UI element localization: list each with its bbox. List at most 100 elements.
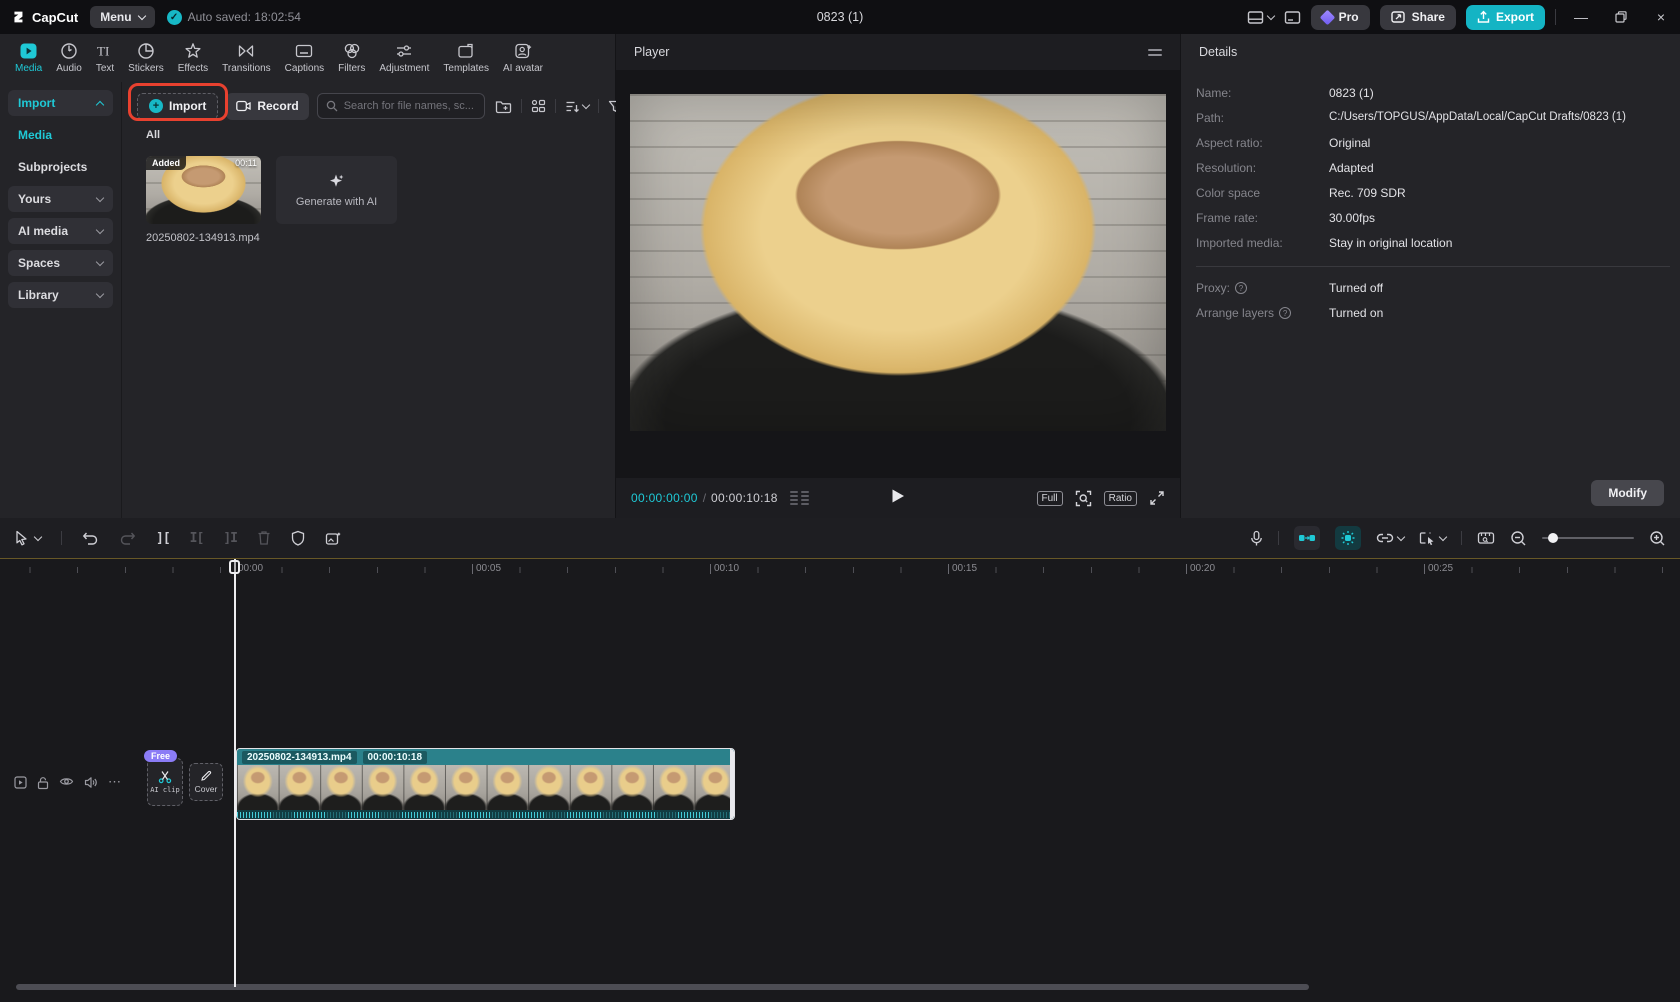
added-badge: Added bbox=[146, 156, 186, 170]
panel-toggle-button[interactable] bbox=[1284, 10, 1301, 25]
player-controls: 00:00:00:00 / 00:00:10:18 Full Ratio bbox=[616, 478, 1180, 518]
export-button[interactable]: Export bbox=[1465, 4, 1545, 30]
generate-with-ai-card[interactable]: Generate with AI bbox=[276, 156, 397, 224]
split-icon[interactable]: ][ bbox=[156, 531, 171, 546]
pro-button[interactable]: Pro bbox=[1310, 4, 1370, 30]
sidebar-item-library[interactable]: Library bbox=[8, 282, 113, 308]
snapshot-compare-icon[interactable] bbox=[789, 491, 809, 505]
media-clip-thumbnail[interactable]: Added 00:11 bbox=[146, 156, 261, 224]
sidebar-item-yours[interactable]: Yours bbox=[8, 186, 113, 212]
help-icon[interactable]: ? bbox=[1279, 307, 1292, 319]
tab-templates[interactable]: Templates bbox=[436, 42, 496, 74]
timeline-preview-icon[interactable] bbox=[1477, 531, 1495, 545]
tab-media[interactable]: Media bbox=[8, 42, 49, 74]
sort-icon bbox=[566, 101, 579, 112]
playhead-handle[interactable] bbox=[229, 560, 240, 574]
timeline-clip[interactable]: 20250802-134913.mp4 00:00:10:18 bbox=[236, 748, 735, 820]
lock-track-icon[interactable] bbox=[37, 776, 49, 790]
tab-stickers[interactable]: Stickers bbox=[121, 42, 171, 74]
magnetic-snap-toggle[interactable] bbox=[1294, 526, 1320, 550]
tab-ai-avatar[interactable]: AI avatar bbox=[496, 42, 550, 74]
linked-select-button[interactable] bbox=[1419, 531, 1448, 546]
filter-all-label[interactable]: All bbox=[146, 129, 160, 141]
trim-left-icon[interactable]: I[ bbox=[190, 531, 205, 546]
sidebar-item-subprojects[interactable]: Subprojects bbox=[8, 154, 113, 180]
clip-filename: 20250802-134913.mp4 bbox=[242, 750, 357, 764]
play-button[interactable] bbox=[891, 488, 906, 509]
search-box[interactable] bbox=[316, 93, 485, 119]
search-input[interactable] bbox=[343, 100, 476, 112]
record-button[interactable]: Record bbox=[226, 92, 309, 120]
tab-text[interactable]: TI Text bbox=[89, 42, 121, 75]
help-icon[interactable]: ? bbox=[1235, 282, 1248, 294]
chevron-down-icon bbox=[95, 257, 105, 266]
tab-filters[interactable]: Filters bbox=[331, 42, 372, 74]
tab-effects[interactable]: Effects bbox=[171, 42, 215, 74]
player-panel: Player 00:00:00:00 / 00:00:10:18 Full Ra… bbox=[616, 34, 1181, 518]
grid-view-icon[interactable] bbox=[531, 99, 546, 114]
sidebar-item-import[interactable]: Import bbox=[8, 90, 113, 116]
free-badge: Free bbox=[144, 750, 178, 762]
voiceover-mic-icon[interactable] bbox=[1250, 530, 1263, 547]
import-button[interactable]: + Import bbox=[137, 92, 219, 120]
fullscreen-icon[interactable] bbox=[1149, 490, 1165, 506]
export-frame-icon[interactable] bbox=[325, 531, 342, 546]
sidebar-item-media[interactable]: Media bbox=[8, 122, 113, 148]
templates-icon bbox=[458, 43, 473, 58]
detail-row-arrange-layers: Arrange layers? Turned on bbox=[1196, 306, 1384, 320]
clip-trim-handle[interactable] bbox=[730, 749, 734, 819]
timeline-horizontal-scrollbar[interactable] bbox=[16, 984, 1309, 990]
cover-button[interactable]: Cover bbox=[189, 763, 223, 801]
timeline-zoom-slider[interactable] bbox=[1542, 533, 1634, 543]
search-icon bbox=[326, 100, 338, 112]
more-options-icon[interactable]: ⋯ bbox=[108, 775, 122, 790]
media-clip-filename: 20250802-134913.mp4 bbox=[146, 232, 260, 244]
project-title: 0823 (1) bbox=[816, 10, 864, 24]
full-preview-button[interactable]: Full bbox=[1036, 490, 1063, 506]
minimize-button[interactable]: — bbox=[1566, 0, 1596, 34]
tab-adjustment[interactable]: Adjustment bbox=[372, 42, 436, 74]
sort-button[interactable] bbox=[565, 100, 590, 113]
divider bbox=[1461, 531, 1462, 545]
trim-right-icon[interactable]: ]I bbox=[223, 531, 238, 546]
close-button[interactable]: × bbox=[1646, 0, 1676, 34]
zoom-out-icon[interactable] bbox=[1510, 530, 1527, 547]
media-sidebar: Import Media Subprojects Yours AI media … bbox=[0, 82, 122, 518]
audio-icon bbox=[61, 43, 77, 59]
sidebar-item-ai-media[interactable]: AI media bbox=[8, 218, 113, 244]
ratio-button[interactable]: Ratio bbox=[1103, 490, 1137, 506]
link-clips-button[interactable] bbox=[1376, 531, 1406, 545]
divider bbox=[554, 99, 556, 113]
toggle-visibility-icon[interactable] bbox=[59, 776, 74, 787]
delete-icon[interactable] bbox=[257, 530, 271, 546]
layout-switch-button[interactable] bbox=[1247, 10, 1275, 25]
share-button[interactable]: Share bbox=[1379, 4, 1456, 30]
auto-cut-toggle[interactable] bbox=[1335, 526, 1361, 550]
menu-button[interactable]: Menu bbox=[90, 6, 155, 28]
sidebar-item-spaces[interactable]: Spaces bbox=[8, 250, 113, 276]
player-menu-icon[interactable] bbox=[1148, 48, 1162, 56]
slider-handle[interactable] bbox=[1548, 533, 1558, 543]
playhead-line[interactable] bbox=[234, 559, 236, 987]
transitions-icon bbox=[239, 45, 254, 57]
focus-zoom-icon[interactable] bbox=[1075, 490, 1092, 507]
detail-row-aspect-ratio: Aspect ratio: Original bbox=[1196, 136, 1371, 150]
new-folder-icon[interactable] bbox=[495, 99, 512, 114]
tab-transitions[interactable]: Transitions bbox=[215, 42, 278, 74]
mute-track-icon[interactable] bbox=[84, 776, 98, 789]
undo-icon[interactable] bbox=[82, 531, 99, 546]
mask-icon[interactable] bbox=[291, 530, 305, 546]
timeline-ruler[interactable]: 00:00 00:05 00:10 00:15 00:20 00:25 bbox=[0, 558, 1680, 580]
redo-icon[interactable] bbox=[119, 531, 136, 546]
zoom-in-icon[interactable] bbox=[1649, 530, 1666, 547]
chevron-down-icon bbox=[581, 100, 590, 109]
sparkle-icon bbox=[330, 174, 344, 187]
restore-button[interactable] bbox=[1606, 0, 1636, 34]
tab-audio[interactable]: Audio bbox=[49, 42, 89, 74]
tab-captions[interactable]: Captions bbox=[278, 42, 331, 74]
ai-clip-button[interactable]: AI clip bbox=[147, 758, 183, 806]
capcut-logo: CapCut bbox=[10, 9, 78, 25]
select-tool-button[interactable] bbox=[14, 530, 43, 546]
video-preview[interactable] bbox=[630, 94, 1166, 431]
modify-button[interactable]: Modify bbox=[1591, 480, 1664, 506]
